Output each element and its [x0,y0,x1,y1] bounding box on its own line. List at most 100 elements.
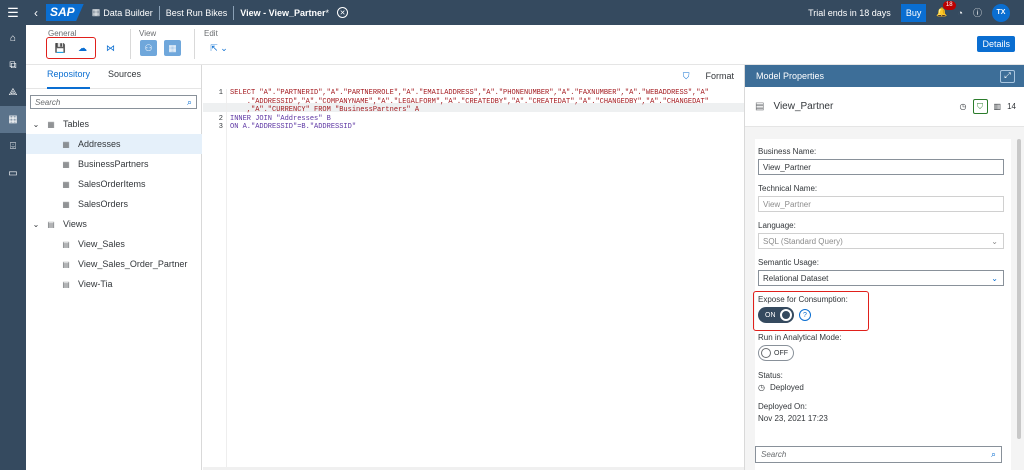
highlight-expose [753,291,869,331]
code-line[interactable]: ,"A"."CURRENCY" FROM "BusinessPartners" … [230,106,419,115]
repository-panel: Repository Sources Search ⌕ ⌄ ▦ Tables ▦ Ad… [26,65,202,470]
save-button[interactable]: 💾 [52,40,69,56]
repo-search-placeholder: Search [35,97,61,107]
properties-search-placeholder: Search [761,450,787,459]
expand-icon[interactable]: ⤢ [1000,69,1015,83]
side-navigation: ⌂ ⧉ ⟁ ▦ ⌹ ▭ [0,25,26,470]
tree-item-label: View-Tia [78,279,113,289]
tree-item-salesorderitems[interactable]: ▦ SalesOrderItems [26,174,202,194]
tree-item-salesorders[interactable]: ▦ SalesOrders [26,194,202,214]
code-line[interactable]: SELECT "A"."PARTNERID","A"."PARTNERROLE"… [230,89,709,98]
catalog-icon[interactable]: ⧉ [0,52,26,79]
deployed-icon: ◷ [758,383,765,392]
close-tab-icon[interactable]: ✕ [337,7,348,18]
view-group-icon: ▤ [47,219,55,229]
buy-button[interactable]: Buy [900,3,927,22]
chevron-down-icon[interactable]: ⌄ [31,120,41,129]
properties-search-input[interactable]: Search ⌕ [755,446,1002,463]
chevron-down-icon[interactable]: ⌄ [31,220,41,229]
breadcrumb-app[interactable]: Data Builder [103,8,153,18]
properties-title: Model Properties [756,71,825,81]
view-label: View [139,29,157,38]
validate-icon[interactable]: ⛉ [683,71,690,82]
trial-text: Trial ends in 18 days [808,7,891,18]
back-icon[interactable]: ‹ [26,6,46,20]
notifications-icon[interactable]: 🔔 18 [936,1,956,18]
export-icon: ⇱ ⌄ [210,42,228,53]
business-name-field[interactable]: View_Partner [758,159,1004,175]
share-button[interactable]: ⋈ [102,40,119,56]
tree-item-view-tia[interactable]: ▤ View-Tia [26,274,202,294]
breadcrumb: ▦ Data Builder Best Run Bikes View - Vie… [92,5,348,20]
analytical-toggle[interactable]: OFF [758,345,794,361]
table-group-icon: ▦ [47,119,55,129]
sql-editor[interactable]: ⛉ Format 1 SELECT "A"."PARTNERID","A"."P… [203,65,744,470]
tree-item-businesspartners[interactable]: ▦ BusinessPartners [26,154,202,174]
semantic-usage-select[interactable]: Relational Dataset ⌄ [758,270,1004,286]
breadcrumb-view: View - View_Partner [240,7,326,18]
repo-tabs: Repository Sources [26,65,201,89]
business-name-label: Business Name: [758,147,817,156]
tree-item-view-sales[interactable]: ▤ View_Sales [26,234,202,254]
modified-indicator: * [325,7,329,18]
data-flow-icon[interactable]: ⟁ [0,79,26,106]
details-button[interactable]: Details [977,36,1015,52]
search-icon[interactable]: ⌕ [187,97,192,108]
technical-name-label: Technical Name: [758,184,818,193]
graphical-view-button[interactable]: ⚇ [140,40,157,56]
technical-name-field: View_Partner [758,196,1004,212]
save-icon: 💾 [54,42,67,53]
deployed-on-value: Nov 23, 2021 17:23 [758,414,828,423]
analytical-label: Run in Analytical Mode: [758,333,842,342]
history-icon[interactable]: ◷ [960,102,967,111]
table-view-button[interactable]: ▦ [164,40,181,56]
sap-logo[interactable]: SAP [46,4,84,21]
code-line[interactable]: INNER JOIN "Addresses" B [230,115,331,124]
language-select: SQL (Standard Query) ⌄ [758,233,1004,249]
line-number: 3 [218,123,223,131]
deploy-button[interactable]: ☁ [74,40,91,56]
shield-icon[interactable]: ⛉ [972,99,988,114]
home-icon[interactable]: ⌂ [0,25,26,52]
tree-item-addresses[interactable]: ▦ Addresses [26,134,202,154]
story-icon[interactable]: ▭ [0,160,26,187]
tab-repository[interactable]: Repository [47,65,91,89]
menu-icon[interactable]: ☰ [0,5,26,21]
status-value: Deployed [769,383,804,392]
business-builder-icon[interactable]: ⌹ [0,133,26,160]
avatar[interactable]: TX [992,3,1010,22]
format-button[interactable]: Format [705,71,734,81]
tree-node-tables[interactable]: ⌄ ▦ Tables [26,114,202,134]
tree-item-label: SalesOrders [78,199,129,209]
share-icon: ⋈ [106,42,115,53]
code-line[interactable]: ."ADDRESSID","A"."COMPANYNAME","A"."LEGA… [230,98,709,107]
object-header: ▤ View_Partner ◷ ⛉ ▥ 14 [745,87,1024,127]
tree-node-views[interactable]: ⌄ ▤ Views [26,214,202,234]
edit-group: Edit [204,28,218,38]
language-value: SQL (Standard Query) [763,236,843,246]
views-label: Views [63,219,87,229]
repo-search-input[interactable]: Search ⌕ [30,95,197,109]
tab-sources[interactable]: Sources [108,65,141,89]
properties-scrollbar[interactable] [1017,139,1021,439]
deployed-on-label: Deployed On: [758,402,807,411]
help-icon[interactable]: ⓘ [973,6,982,19]
code-line[interactable]: ON A."ADDRESSID"=B."ADDRESSID" [230,123,356,132]
tree-item-label: View_Sales [78,239,125,249]
line-number: 2 [218,114,223,123]
data-builder-nav-icon[interactable]: ▦ [0,106,26,133]
tree-item-view-sales-order-partner[interactable]: ▤ View_Sales_Order_Partner [26,254,202,274]
export-button[interactable]: ⇱ ⌄ [206,40,232,56]
view-icon: ▤ [755,101,765,112]
feedback-icon[interactable]: ◔ [958,8,963,18]
chevron-down-icon[interactable]: ⌄ [991,274,998,283]
table-icon: ▦ [62,179,70,189]
properties-header: Model Properties ⤢ [745,65,1024,87]
search-icon[interactable]: ⌕ [991,449,996,460]
table-icon: ▦ [62,199,70,209]
technical-name-value: View_Partner [763,199,811,209]
tables-label: Tables [63,119,90,129]
breadcrumb-space[interactable]: Best Run Bikes [166,8,228,18]
editor-toolbar: General 💾 ☁ ⋈ View ⚇ ▦ Edit ⇱ ⌄ Details [26,25,1024,65]
language-label: Language: [758,221,796,230]
